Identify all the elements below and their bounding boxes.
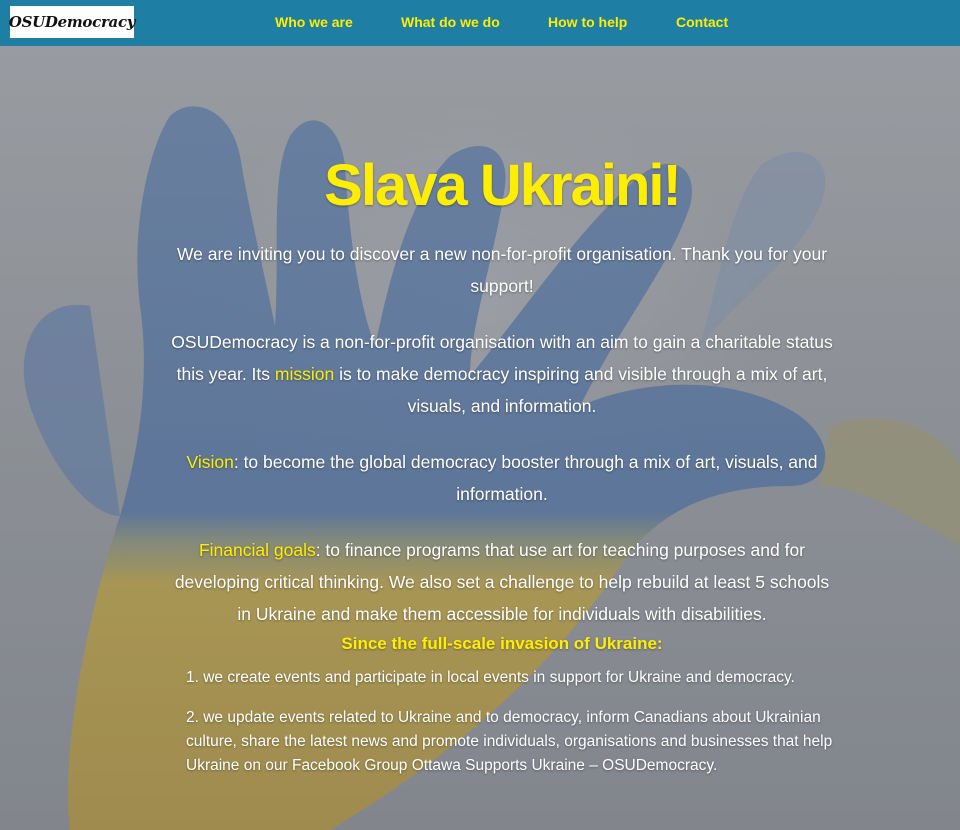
financial-goals-link[interactable]: Financial goals [199,540,316,560]
nav-link-how-to-help[interactable]: How to help [548,14,627,30]
vision-link[interactable]: Vision [186,452,233,472]
intro-paragraph: We are inviting you to discover a new no… [176,244,828,296]
list-item-updates: 2. we update events related to Ukraine a… [186,709,833,774]
about-paragraph: OSUDemocracy is a non-for-profit organis… [170,326,834,422]
since-invasion-heading: Since the full-scale invasion of Ukraine… [341,634,663,653]
top-navbar: OSUDemocracy Who we are What do we do Ho… [0,0,960,46]
nav-links: Who we are What do we do How to help Con… [0,0,960,46]
nav-link-who-we-are[interactable]: Who we are [275,14,353,30]
hero-section: Slava Ukraini! We are inviting you to di… [0,46,960,830]
list-item-events: 1. we create events and participate in l… [186,669,795,686]
vision-text: : to become the global democracy booster… [233,452,818,504]
financial-goals-paragraph: Financial goals: to finance programs tha… [170,534,834,630]
mission-link[interactable]: mission [275,364,334,384]
vision-paragraph: Vision: to become the global democracy b… [164,446,840,510]
about-text-end: is to make democracy inspiring and visib… [334,364,828,416]
page-title: Slava Ukraini! [324,153,682,218]
nav-link-what-do-we-do[interactable]: What do we do [401,14,500,30]
nav-link-contact[interactable]: Contact [676,14,728,30]
